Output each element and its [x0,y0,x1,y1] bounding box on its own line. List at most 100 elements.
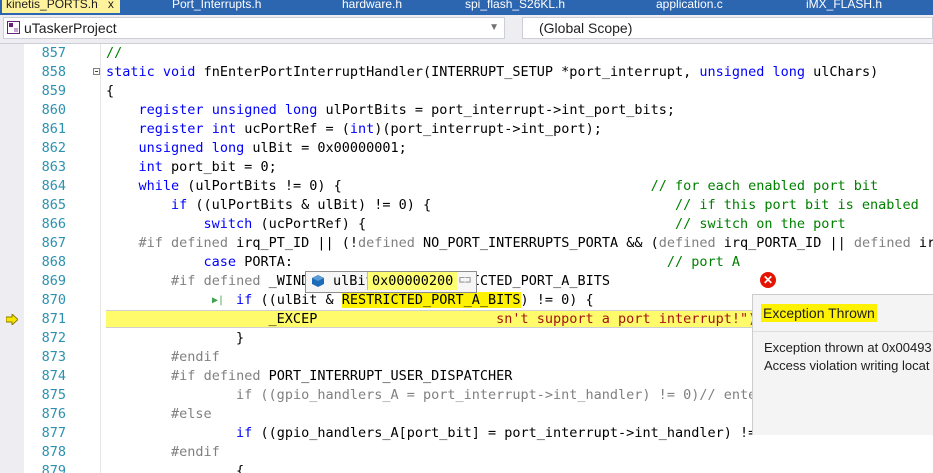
code-token: register [138,121,204,137]
code-token: if [236,292,253,308]
code-token: int [138,159,163,175]
line-number: 866 [41,216,66,232]
code-token: defined [171,235,228,251]
datatip-value[interactable]: 0x00000200 [367,272,458,290]
code-text: register unsigned long ulPortBits = port… [106,101,675,120]
code-token: // if this port bit is enabled [674,197,919,213]
document-tab[interactable]: hardware.h [342,0,402,13]
scope-dropdown[interactable]: (Global Scope) [522,17,933,39]
document-tab[interactable]: Port_Interrupts.h [172,0,261,13]
code-text: case PORTA: // port A [106,253,740,272]
code-token: while [138,178,180,194]
document-tab[interactable]: spi_flash_S26KL.h [465,0,565,13]
code-text: _EXCEP sn't support a port interrupt!"))… [106,310,773,329]
code-line[interactable]: 862 unsigned long ulBit = 0x00000001; [0,139,933,158]
code-token: ((gpio_handlers_A[port_bit] = port_inter… [252,425,757,441]
code-line[interactable]: 867 #if defined irq_PT_ID || (!defined N… [0,234,933,253]
close-icon[interactable]: x [108,0,114,11]
chevron-down-icon: ▼ [489,22,499,33]
code-token: unsigned [699,64,765,80]
code-token: defined [358,235,415,251]
code-token: ((ulPortBits & ulBit) != 0) { [187,197,675,213]
code-token: ulBit = 0x00000001; [244,140,407,156]
code-token: #if [171,273,196,289]
line-number: 858 [41,64,66,80]
tab-label: hardware.h [342,0,403,11]
code-text: #endif [106,443,220,462]
code-token: irq_PT_ID || (! [227,235,358,251]
code-line[interactable]: 861 register int ucPortRef = (int)(port_… [0,120,933,139]
code-text: } [106,329,244,348]
code-line[interactable]: 864 while (ulPortBits != 0) { // for eac… [0,177,933,196]
project-name: uTaskerProject [24,20,117,36]
line-number: 877 [41,425,66,441]
code-token: #endif [171,444,220,460]
code-token: defined [203,368,261,384]
code-line[interactable]: 878 #endif [0,443,933,462]
code-token: unsigned [138,140,204,156]
code-token: int [211,121,237,137]
code-text: #else [106,405,212,424]
code-token: long [211,140,245,156]
code-token: #if [138,235,163,251]
document-tab[interactable]: kinetis_PORTS.h x [2,0,120,13]
code-line[interactable]: 863 int port_bit = 0; [0,158,933,177]
line-number: 876 [41,406,66,422]
code-text: register int ucPortRef = (int)(port_inte… [106,120,602,139]
code-token: unsigned [211,102,277,118]
code-line[interactable]: 865 if ((ulPortBits & ulBit) != 0) { // … [0,196,933,215]
line-number: 865 [41,197,66,213]
tab-label: application.c [656,0,723,11]
code-token: RESTRICTED_PORT_A_BITS [341,292,521,308]
code-token: ((ulBit & [252,292,342,308]
document-tab[interactable]: iMX_FLASH.h [806,0,882,13]
instruction-pointer-icon[interactable] [6,314,18,325]
code-token: // for each enabled port bit [650,178,879,194]
code-text: if ((gpio_handlers_A[port_bit] = port_in… [106,424,756,443]
collapse-icon[interactable] [93,68,100,75]
code-token: PORTA: [236,254,667,270]
variable-icon [312,275,324,287]
line-number: 879 [41,463,66,473]
code-token: ) != 0) { [520,292,594,308]
code-line[interactable]: 879 { [0,462,933,473]
code-line[interactable]: 858 static void fnEnterPortInterruptHandl… [0,63,933,82]
exception-helper: Exception Thrown Exception thrown at 0x0… [752,294,933,435]
document-tab-strip: kinetis_PORTS.h x Port_Interrupts.h hardwar… [0,0,933,15]
document-tab[interactable]: application.c [656,0,723,13]
error-icon[interactable]: ✕ [760,272,776,288]
code-token: NO_PORT_INTERRUPTS_PORTA && ( [414,235,659,251]
code-line[interactable]: 859 { [0,82,933,101]
pin-icon[interactable]: ⊏⊐ [459,272,471,290]
code-line[interactable]: 860 register unsigned long ulPortBits = … [0,101,933,120]
code-token: _EXCEP [106,311,318,327]
code-line[interactable]: 866 switch (ucPortRef) { // switch on th… [0,215,933,234]
exception-message: Exception thrown at 0x00493 [764,340,932,355]
tab-label: Port_Interrupts.h [172,0,262,11]
code-token: { [106,83,115,99]
datatip[interactable]: ulBit 0x00000200 ⊏⊐ [305,271,477,293]
code-token: register [138,102,204,118]
code-token: PORT_INTERRUPT_USER_DISPATCHER [260,368,513,384]
code-token: irq [918,235,933,251]
code-token: defined [203,273,261,289]
code-token: #endif [171,349,220,365]
line-number: 878 [41,444,66,460]
code-line[interactable]: 857 // [0,44,933,63]
code-line[interactable]: 868 case PORTA: // port A [0,253,933,272]
code-text: if ((ulPortBits & ulBit) != 0) { // if t… [106,196,919,215]
project-dropdown[interactable]: uTaskerProject ▼ [3,17,505,39]
